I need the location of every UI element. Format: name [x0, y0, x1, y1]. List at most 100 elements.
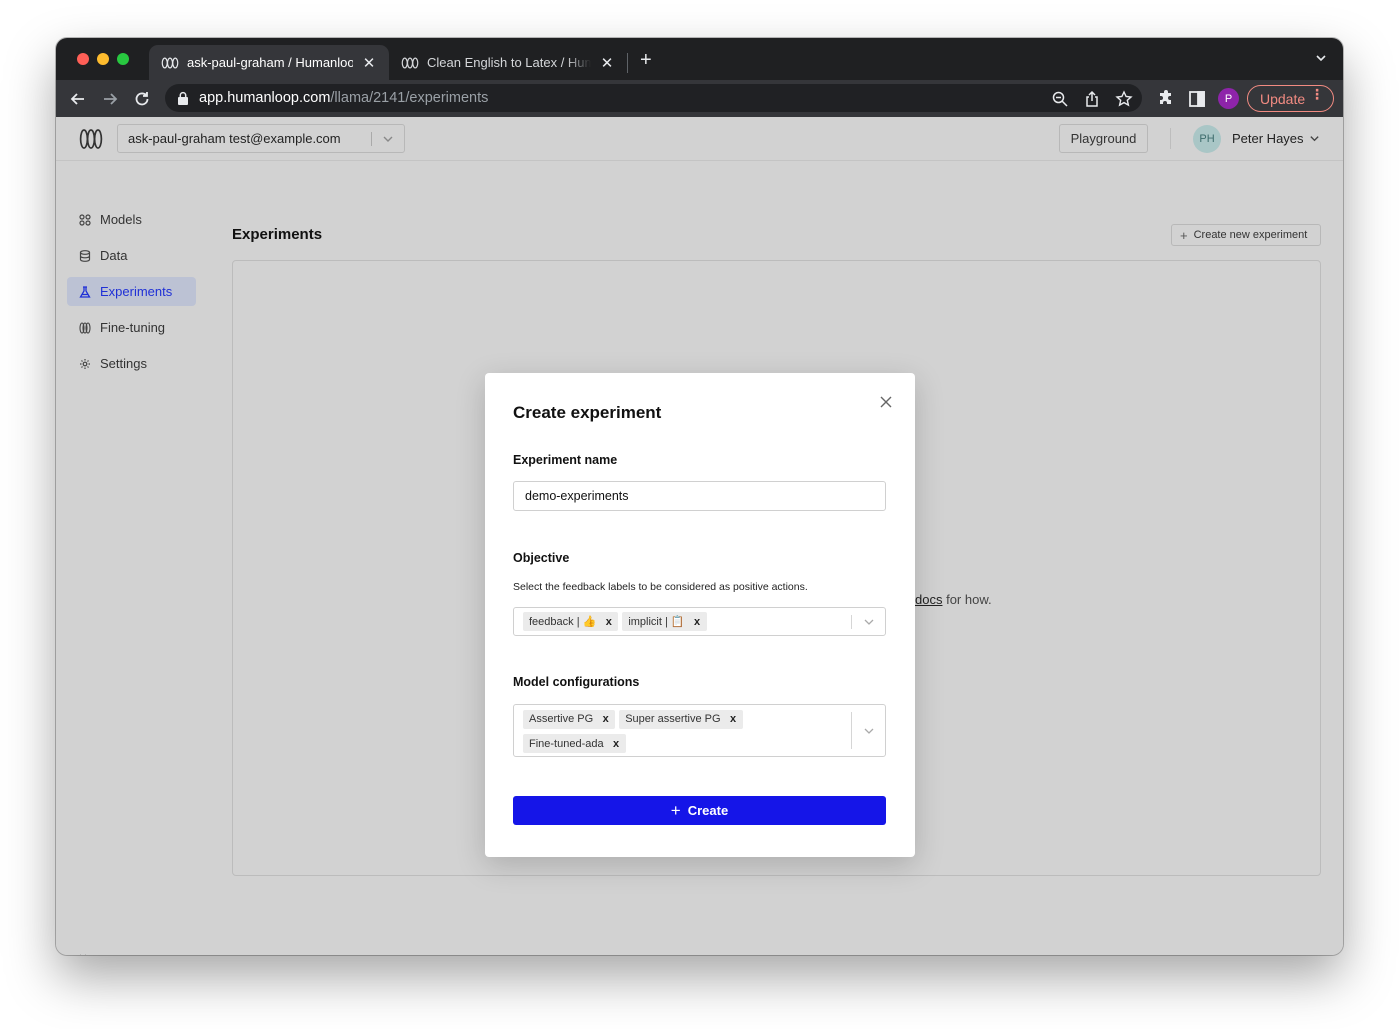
sidebar-item-fine-tuning[interactable]: Fine-tuning — [67, 313, 196, 342]
project-select-value: ask-paul-graham test@example.com — [128, 131, 341, 146]
tab-title: ask-paul-graham / Humanloop — [187, 55, 353, 70]
minimize-window-button[interactable] — [97, 53, 109, 65]
chip-remove-icon[interactable]: x — [596, 713, 615, 725]
reload-icon[interactable] — [132, 89, 152, 109]
objective-chip: implicit | 📋 x — [622, 612, 707, 631]
maximize-window-button[interactable] — [117, 53, 129, 65]
empty-state-hint: docs for how. — [915, 592, 992, 607]
sidebar-item-experiments[interactable]: Experiments — [67, 277, 196, 306]
playground-button[interactable]: Playground — [1059, 124, 1148, 153]
update-label: Update — [1260, 90, 1306, 107]
extensions-puzzle-icon[interactable] — [1156, 89, 1176, 109]
new-tab-button[interactable]: + — [640, 50, 652, 70]
create-experiment-modal: Create experiment Experiment name demo-e… — [485, 373, 915, 857]
objective-label: Objective — [513, 551, 570, 565]
url-path: /llama/2141/experiments — [330, 90, 489, 106]
experiment-name-input[interactable]: demo-experiments — [513, 481, 886, 511]
humanloop-logo-icon[interactable] — [79, 128, 103, 150]
lock-icon — [178, 91, 188, 105]
sidebar-item-data[interactable]: Data — [67, 241, 196, 270]
gear-icon — [80, 358, 90, 369]
more-vert-icon: ⋮ — [1310, 86, 1324, 102]
chip-remove-icon[interactable]: x — [599, 616, 618, 628]
user-avatar[interactable]: PH — [1193, 125, 1221, 153]
sidebar-item-models[interactable]: Models — [67, 205, 196, 234]
objective-help-text: Select the feedback labels to be conside… — [513, 581, 808, 593]
page-title: Experiments — [232, 226, 323, 243]
collapse-sidebar-icon[interactable] — [74, 952, 88, 955]
objective-chip-list: feedback | 👍 x implicit | 📋 x — [523, 612, 845, 636]
url-host: app.humanloop.com — [199, 90, 331, 106]
chip-remove-icon[interactable]: x — [688, 616, 707, 628]
objective-chip: feedback | 👍 x — [523, 612, 619, 631]
tab-ask-paul-graham[interactable]: ask-paul-graham / Humanloop ✕ — [149, 45, 389, 80]
chevron-down-icon[interactable] — [1315, 52, 1327, 64]
browser-toolbar: app.humanloop.com/llama/2141/experiments… — [56, 80, 1343, 117]
share-icon[interactable] — [1083, 90, 1101, 108]
modal-title: Create experiment — [513, 403, 662, 422]
zoom-icon[interactable] — [1051, 90, 1069, 108]
create-new-experiment-button[interactable]: + Create new experiment — [1171, 224, 1321, 246]
sidebar-item-label: Data — [100, 248, 128, 263]
chip-label: Super assertive PG — [625, 713, 721, 725]
chevron-down-icon[interactable] — [863, 616, 875, 628]
plus-icon: + — [1180, 227, 1188, 243]
bookmark-star-icon[interactable] — [1115, 90, 1133, 108]
browser-window: ask-paul-graham / Humanloop ✕ Clean Engl… — [56, 38, 1343, 955]
tab-divider — [627, 53, 628, 73]
user-name[interactable]: Peter Hayes — [1232, 131, 1304, 146]
app-root: ask-paul-graham test@example.com Playgro… — [56, 117, 1343, 955]
model-chip: Fine-tuned-ada x — [523, 734, 626, 753]
select-divider — [851, 615, 852, 629]
select-divider — [851, 712, 852, 749]
sidebar-item-label: Fine-tuning — [100, 320, 166, 335]
close-window-button[interactable] — [77, 53, 89, 65]
database-icon — [79, 249, 91, 262]
flask-icon — [79, 285, 91, 298]
app-header: ask-paul-graham test@example.com Playgro… — [56, 117, 1343, 161]
chip-label: feedback | 👍 — [529, 616, 597, 628]
sidebar-item-label: Settings — [100, 356, 147, 371]
humanloop-icon — [79, 321, 91, 334]
header-divider — [1170, 128, 1171, 149]
humanloop-icon — [161, 57, 179, 68]
model-configurations-multiselect[interactable]: Assertive PG x Super assertive PG x Fine-tun… — [513, 704, 886, 757]
side-panel-icon[interactable] — [1187, 89, 1207, 109]
create-new-experiment-label: Create new experiment — [1193, 229, 1308, 241]
address-bar[interactable]: app.humanloop.com/llama/2141/experiments — [165, 84, 1142, 112]
create-button[interactable]: + Create — [513, 796, 886, 825]
chevron-down-icon[interactable] — [1309, 133, 1320, 144]
sidebar-item-label: Experiments — [100, 284, 173, 299]
chevron-down-icon — [383, 136, 393, 142]
plus-icon: + — [670, 801, 681, 820]
profile-avatar[interactable]: P — [1218, 88, 1239, 109]
project-select[interactable]: ask-paul-graham test@example.com — [117, 124, 405, 153]
model-chip: Assertive PG x — [523, 709, 616, 729]
sidebar: Models Data Experiments Fine-tuning Sett… — [67, 205, 196, 385]
docs-link[interactable]: docs — [915, 592, 942, 607]
chip-remove-icon[interactable]: x — [607, 738, 626, 750]
create-button-label: Create — [687, 803, 729, 818]
tab-close-icon[interactable]: ✕ — [599, 54, 615, 72]
model-chip: Super assertive PG x — [619, 709, 743, 729]
chip-label: Assertive PG — [529, 713, 594, 725]
humanloop-icon — [401, 57, 419, 68]
close-icon[interactable] — [879, 395, 893, 409]
update-button[interactable]: Update ⋮ — [1247, 85, 1334, 112]
objective-multiselect[interactable]: feedback | 👍 x implicit | 📋 x — [513, 607, 886, 636]
tab-title: Clean English to Latex / Humanloop — [427, 55, 591, 70]
chevron-down-icon[interactable] — [863, 725, 875, 737]
sidebar-item-label: Models — [100, 212, 142, 227]
forward-arrow-icon[interactable] — [100, 89, 120, 109]
back-arrow-icon[interactable] — [68, 89, 88, 109]
sidebar-item-settings[interactable]: Settings — [67, 349, 196, 378]
chip-label: implicit | 📋 — [628, 616, 685, 628]
grid-icon — [79, 213, 91, 226]
tab-clean-english-latex[interactable]: Clean English to Latex / Humanloop ✕ — [389, 45, 627, 80]
chip-label: Fine-tuned-ada — [529, 737, 604, 750]
chip-remove-icon[interactable]: x — [724, 713, 743, 725]
tab-close-icon[interactable]: ✕ — [361, 54, 377, 72]
hint-suffix: for how. — [942, 592, 992, 607]
experiment-name-label: Experiment name — [513, 453, 618, 467]
model-chip-list: Assertive PG x Super assertive PG x Fine-tun… — [523, 709, 845, 758]
